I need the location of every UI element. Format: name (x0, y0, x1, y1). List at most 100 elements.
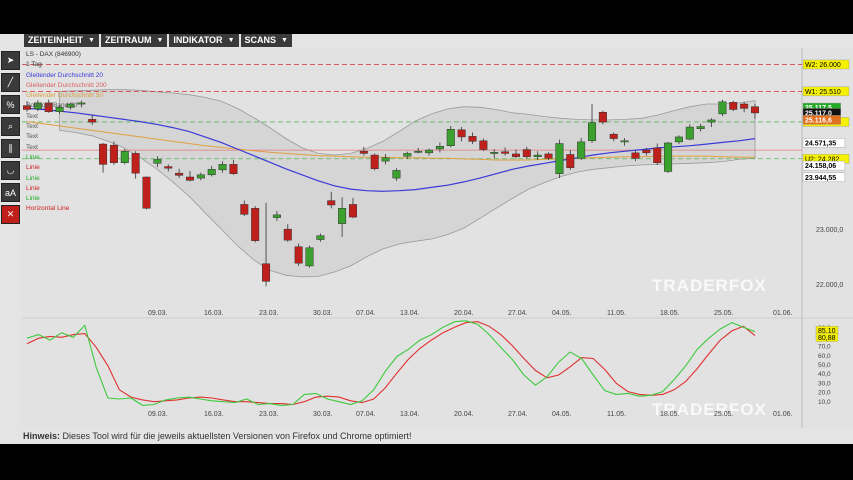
candle-body (196, 174, 205, 179)
candle-body (425, 149, 434, 154)
x-axis-label: 16.03. (204, 310, 224, 317)
menu-scans[interactable]: SCANS ▼ (240, 34, 292, 47)
zoom-tool-icon[interactable]: ⌕ (1, 117, 20, 136)
menu-label: ZEITRAUM (104, 35, 152, 45)
cursor-tool-icon[interactable]: ➤ (1, 51, 20, 70)
candle-body (316, 235, 325, 240)
candle-body (327, 200, 336, 206)
candle-body (131, 153, 140, 174)
price-chart-svg[interactable]: TRADERFOXTRADERFOX26.000,025.000,024.000… (22, 48, 853, 430)
parallel-lines-tool-icon[interactable]: ∥ (1, 139, 20, 158)
footer-text: Dieses Tool wird für die jeweils aktuell… (60, 431, 412, 441)
menu-indikator[interactable]: INDIKATOR ▼ (169, 34, 239, 47)
candle-body (392, 170, 401, 179)
price-badge: 25.116,6 (802, 115, 841, 125)
legend-item: Linie (26, 164, 40, 172)
menu-zeitraum[interactable]: ZEITRAUM ▼ (100, 34, 168, 47)
legend-item: LS - DAX (846900) (26, 51, 81, 58)
candle-body (718, 101, 727, 115)
stoch-badge-text: 80,88 (818, 335, 836, 342)
candle-body (566, 154, 575, 168)
x-axis-label: 20.04. (454, 310, 474, 317)
chevron-down-icon: ▼ (156, 37, 164, 44)
stoch-axis-label: 20,0 (818, 390, 831, 397)
legend-item: Text (26, 143, 38, 151)
stoch-axis-label: 50,0 (818, 362, 831, 369)
candle-body (262, 263, 271, 282)
candle-body (338, 208, 347, 224)
price-badge: W1: 25.510 (802, 86, 850, 97)
x-axis-label: 27.04. (508, 411, 528, 418)
candle-body (664, 142, 673, 172)
price-badge: 23.944,55 (802, 172, 846, 183)
candle-body (446, 128, 455, 146)
candle-body (109, 144, 118, 163)
candle-body (544, 153, 553, 159)
stoch-axis-label: 60,0 (818, 353, 831, 360)
x-axis-label: 09.03. (148, 411, 168, 418)
candle-body (435, 146, 444, 150)
x-axis-label: 07.04. (356, 411, 376, 418)
candle-body (240, 204, 249, 215)
legend-item: Linie (26, 153, 40, 161)
candle-body (175, 172, 184, 176)
legend-item: Text (26, 133, 38, 141)
candle-body (359, 150, 368, 154)
candle-body (642, 149, 651, 154)
x-axis-label: 13.04. (400, 310, 420, 317)
menu-zeiteinheit[interactable]: ZEITEINHEIT ▼ (24, 34, 99, 47)
candle-body (381, 157, 390, 162)
legend-item: Linie (26, 195, 40, 203)
x-axis-label: 07.04. (356, 310, 376, 317)
legend-item: Gleitender Durchschnitt 200 (26, 81, 107, 89)
stoch-axis-label: 70,0 (818, 344, 831, 351)
x-axis-label: 30.03. (313, 411, 333, 418)
x-axis-label: 27.04. (508, 310, 528, 317)
drawing-toolbar: ➤ ╱% ⌕ ∥ ◡ aA ✕ (0, 50, 22, 278)
stoch-axis-label: 30,0 (818, 380, 831, 387)
x-axis-label: 25.05. (714, 310, 734, 317)
x-axis-label: 25.05. (714, 411, 734, 418)
text-tool-icon[interactable]: aA (1, 183, 20, 202)
candle-body (283, 228, 292, 241)
x-axis-label: 04.05. (552, 411, 572, 418)
price-badge-text: W2: 26.000 (805, 62, 841, 69)
x-axis-label: 13.04. (400, 411, 420, 418)
x-axis-label: 11.05. (607, 310, 626, 317)
watermark-text: TRADERFOX (652, 276, 767, 295)
candle-body (153, 159, 162, 164)
candle-body (403, 153, 412, 157)
menu-label: SCANS (244, 35, 277, 45)
candle-body (251, 208, 260, 241)
price-badge: 24.571,35 (802, 138, 846, 148)
price-badge-text: 25.116,6 (805, 117, 832, 124)
x-axis-label: 23.03. (259, 411, 279, 418)
price-axis-label: 23.000,0 (816, 227, 843, 234)
line-tool-icon[interactable]: ╱ (1, 73, 20, 92)
candle-body (620, 140, 629, 143)
x-axis-label: 01.06. (773, 310, 793, 317)
footer-hint: Hinweis: Dieses Tool wird für die jeweil… (0, 428, 853, 444)
delete-tool-icon[interactable]: ✕ (1, 205, 20, 224)
candle-body (142, 176, 151, 209)
legend-item: Text (26, 112, 38, 120)
x-axis-label: 23.03. (259, 310, 279, 317)
candle-body (577, 141, 586, 159)
candle-body (740, 103, 749, 109)
candle-body (707, 119, 716, 123)
legend-item: Linie (26, 174, 40, 182)
candle-body (511, 153, 520, 157)
curve-tool-icon[interactable]: ◡ (1, 161, 20, 180)
candle-body (598, 111, 607, 123)
legend-item: Gleitender Durchschnitt 50 (26, 92, 103, 100)
candle-body (751, 106, 759, 114)
x-axis-label: 01.06. (773, 411, 793, 418)
candle-body (305, 247, 314, 267)
chart-area[interactable]: TRADERFOXTRADERFOX26.000,025.000,024.000… (22, 48, 853, 430)
price-badge: 24.158,06 (802, 160, 846, 171)
candle-body (674, 136, 683, 143)
candle-body (696, 126, 705, 129)
legend-item: Gleitender Durchschnitt 20 (26, 71, 103, 79)
percent-tool-icon[interactable]: % (1, 95, 20, 114)
x-axis-label: 30.03. (313, 310, 333, 317)
